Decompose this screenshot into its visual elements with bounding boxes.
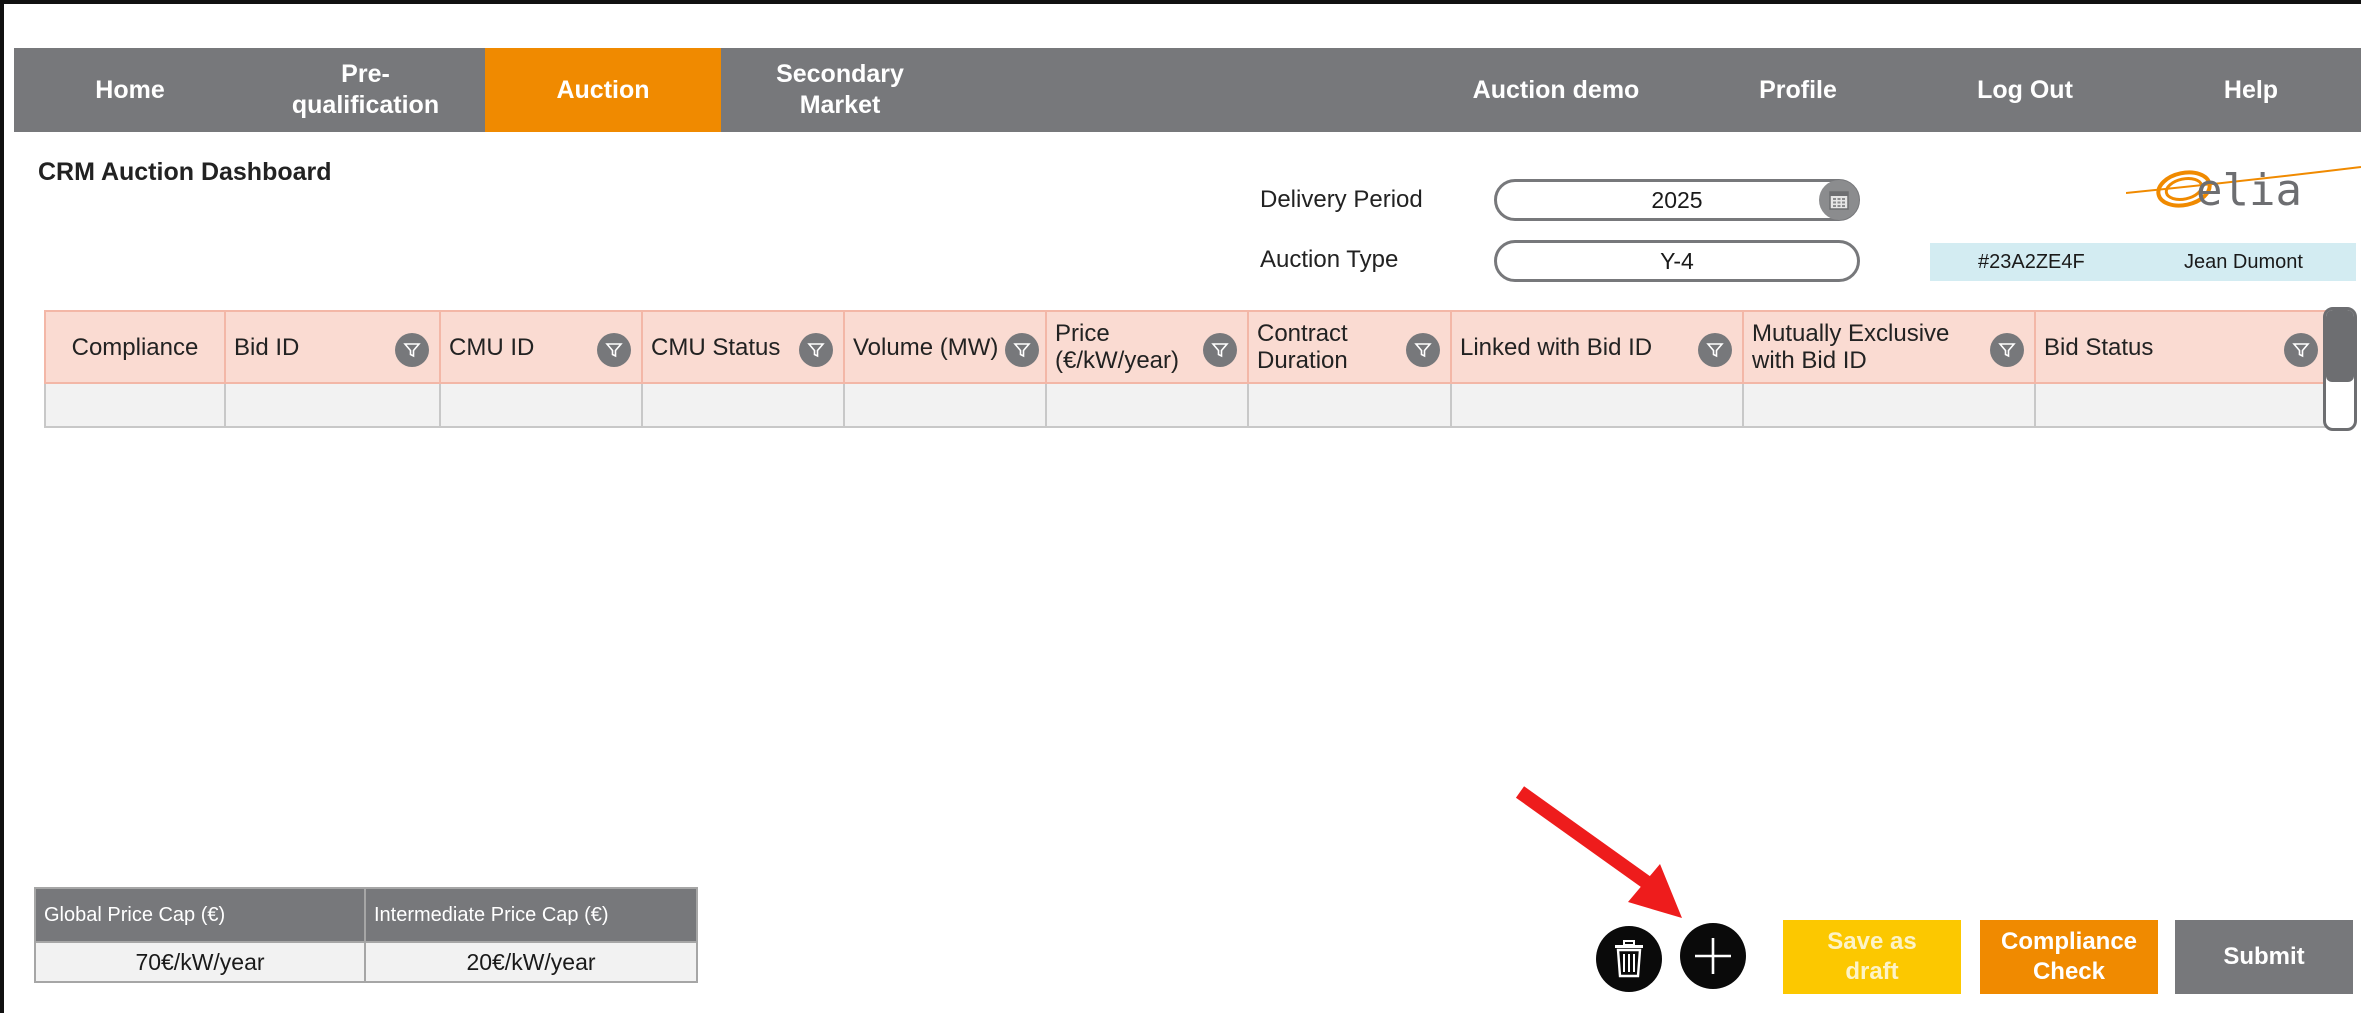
filter-icon[interactable] [1203,333,1237,367]
table-cell[interactable] [441,384,643,426]
table-cell[interactable] [1249,384,1452,426]
trash-icon [1615,940,1643,978]
nav-secondary-market[interactable]: Secondary Market [721,48,959,132]
table-cell[interactable] [1047,384,1249,426]
price-cap-table: Global Price Cap (€) Intermediate Price … [34,887,698,983]
calendar-icon[interactable] [1819,180,1859,220]
window-frame [0,0,2361,1013]
user-id: #23A2ZE4F [1978,250,2085,273]
global-price-cap-value: 70€/kW/year [36,941,366,981]
column-header-cmu-id[interactable]: CMU ID [441,312,643,382]
column-header-price[interactable]: Price (€/kW/year) [1047,312,1249,382]
table-row[interactable] [44,384,2326,428]
filter-icon[interactable] [1005,333,1039,367]
top-navigation-bar: Home Pre- qualification Auction Secondar… [14,48,2361,132]
user-info-bar: #23A2ZE4F Jean Dumont [1930,243,2356,281]
table-cell[interactable] [643,384,845,426]
table-cell[interactable] [1744,384,2036,426]
filter-icon[interactable] [799,333,833,367]
filter-icon[interactable] [1406,333,1440,367]
nav-auction-demo[interactable]: Auction demo [1425,48,1687,132]
elia-logo: elia [2126,165,2361,216]
filter-icon[interactable] [1698,333,1732,367]
scrollbar-thumb[interactable] [2326,310,2354,382]
filter-icon[interactable] [2284,333,2318,367]
column-header-mutually-exclusive[interactable]: Mutually Exclusive with Bid ID [1744,312,2036,382]
user-name: Jean Dumont [2184,250,2303,273]
delivery-period-field[interactable]: 2025 [1494,179,1860,221]
submit-button[interactable]: Submit [2175,920,2353,994]
auction-type-value: Y-4 [1660,247,1694,274]
table-scrollbar[interactable] [2323,307,2357,431]
table-cell[interactable] [46,384,226,426]
save-as-draft-button[interactable]: Save as draft [1783,920,1961,994]
filter-icon[interactable] [1990,333,2024,367]
table-header: Compliance Bid ID CMU ID CMU Status Volu… [44,310,2326,384]
page-title: CRM Auction Dashboard [38,158,332,186]
nav-home[interactable]: Home [14,48,246,132]
delivery-period-value: 2025 [1651,186,1703,213]
nav-prequalification[interactable]: Pre- qualification [246,48,485,132]
filter-icon[interactable] [597,333,631,367]
filter-icon[interactable] [395,333,429,367]
column-header-linked-bid[interactable]: Linked with Bid ID [1452,312,1744,382]
nav-auction[interactable]: Auction [485,48,721,132]
column-header-compliance[interactable]: Compliance [46,312,226,382]
table-cell[interactable] [226,384,441,426]
column-header-cmu-status[interactable]: CMU Status [643,312,845,382]
nav-log-out[interactable]: Log Out [1909,48,2141,132]
intermediate-price-cap-label: Intermediate Price Cap (€) [366,889,696,941]
delivery-period-label: Delivery Period [1260,186,1423,213]
table-cell[interactable] [1452,384,1744,426]
column-header-contract-duration[interactable]: Contract Duration [1249,312,1452,382]
column-header-volume[interactable]: Volume (MW) [845,312,1047,382]
table-cell[interactable] [845,384,1047,426]
compliance-check-button[interactable]: Compliance Check [1980,920,2158,994]
delete-button[interactable] [1596,926,1662,992]
intermediate-price-cap-value: 20€/kW/year [366,941,696,981]
column-header-bid-status[interactable]: Bid Status [2036,312,2324,382]
plus-icon [1695,938,1731,974]
logo-text: elia [2196,165,2302,216]
nav-profile[interactable]: Profile [1687,48,1909,132]
auction-type-label: Auction Type [1260,246,1399,273]
add-bid-button[interactable] [1680,923,1746,989]
auction-type-field[interactable]: Y-4 [1494,240,1860,282]
nav-help[interactable]: Help [2141,48,2361,132]
global-price-cap-label: Global Price Cap (€) [36,889,366,941]
table-cell[interactable] [2036,384,2324,426]
red-arrow-annotation [1515,786,1682,918]
column-header-bid-id[interactable]: Bid ID [226,312,441,382]
